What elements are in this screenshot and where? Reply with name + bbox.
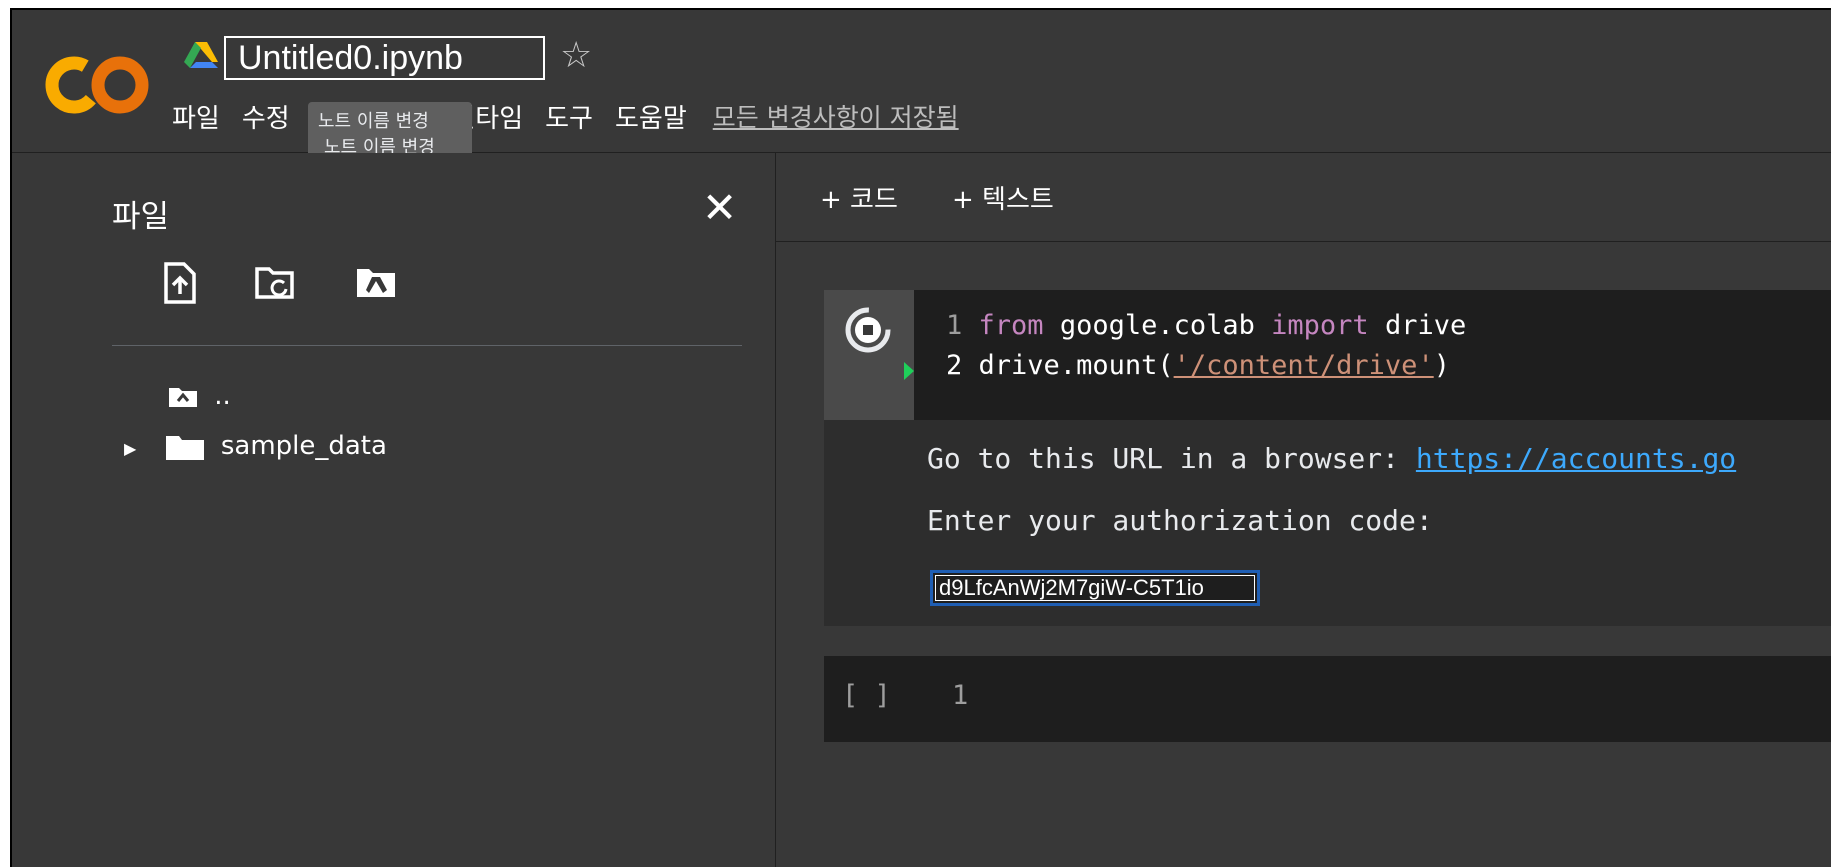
menu-bar: 파일 수정 보기 삽입 런타임 도구 도움말 모든 변경사항이 저장됨 [172,98,981,135]
code-line-2: 2 drive.mount('/content/drive') [946,350,1450,381]
cell-gutter [824,290,914,420]
parent-folder-row[interactable]: .. [168,381,231,411]
add-code-button[interactable]: + 코드 [820,179,898,216]
code-cell-2[interactable]: [ ] 1 [824,656,1831,742]
line-number: 1 [946,310,963,341]
menu-help[interactable]: 도움말 [615,98,687,135]
output-prefix: Go to this URL in a browser: [927,442,1416,475]
authorization-code-input[interactable]: d9LfcAnWj2M7giW-C5T1io [930,570,1260,606]
folder-up-icon [169,387,197,407]
tooltip-inline-label: 노트 이름 변경 [318,111,429,132]
menu-tools[interactable]: 도구 [545,98,593,135]
folder-row-sample-data[interactable]: ▶ sample_data [124,431,387,461]
call-close: ) [1433,350,1450,381]
menu-edit[interactable]: 수정 [242,98,290,135]
keyword-from: from [978,310,1044,341]
parent-folder-label: .. [214,381,231,411]
notebook-toolbar: + 코드 + 텍스트 [776,153,1831,242]
star-icon[interactable]: ☆ [560,34,592,78]
import-target: drive [1368,310,1467,341]
module-text: google.colab [1043,310,1272,341]
header: Untitled0.ipynb ☆ 파일 수정 보기 삽입 런타임 도구 도움말… [12,10,1831,194]
line-number: 2 [946,350,963,381]
refresh-folder-icon[interactable] [254,261,298,305]
colab-logo-icon[interactable] [42,50,152,120]
auth-prompt: Enter your authorization code: [927,504,1433,537]
add-text-button[interactable]: + 텍스트 [952,179,1054,216]
code-line-1: 1 from google.colab import drive [946,310,1466,341]
google-drive-icon [184,42,218,68]
upload-file-icon[interactable] [158,261,202,305]
code-editor[interactable]: 1 from google.colab import drive 2 drive… [914,290,1831,420]
menu-file[interactable]: 파일 [172,98,220,135]
mount-drive-icon[interactable] [354,261,398,305]
call-text: drive.mount( [978,350,1174,381]
folder-label: sample_data [220,431,387,461]
stop-execution-icon[interactable] [844,306,892,354]
run-cell-button[interactable]: [ ] [842,680,891,711]
chevron-right-icon[interactable]: ▶ [124,439,136,458]
keyword-import: import [1271,310,1369,341]
colab-window: Untitled0.ipynb ☆ 파일 수정 보기 삽입 런타임 도구 도움말… [10,8,1831,867]
notebook-title-input[interactable]: Untitled0.ipynb [224,36,545,80]
auth-url-link[interactable]: https://accounts.go [1416,442,1736,475]
close-icon[interactable]: ✕ [702,183,737,232]
string-literal: '/content/drive' [1173,350,1434,381]
active-line-marker-icon [904,362,914,380]
panel-divider [112,345,742,346]
panel-title: 파일 [112,199,170,235]
save-status-link[interactable]: 모든 변경사항이 저장됨 [713,98,959,135]
folder-icon [165,435,204,460]
files-panel: 파일 ✕ .. ▶ sample_data [12,153,776,867]
line-number: 1 [952,680,969,711]
output-url-line: Go to this URL in a browser: https://acc… [927,442,1736,475]
